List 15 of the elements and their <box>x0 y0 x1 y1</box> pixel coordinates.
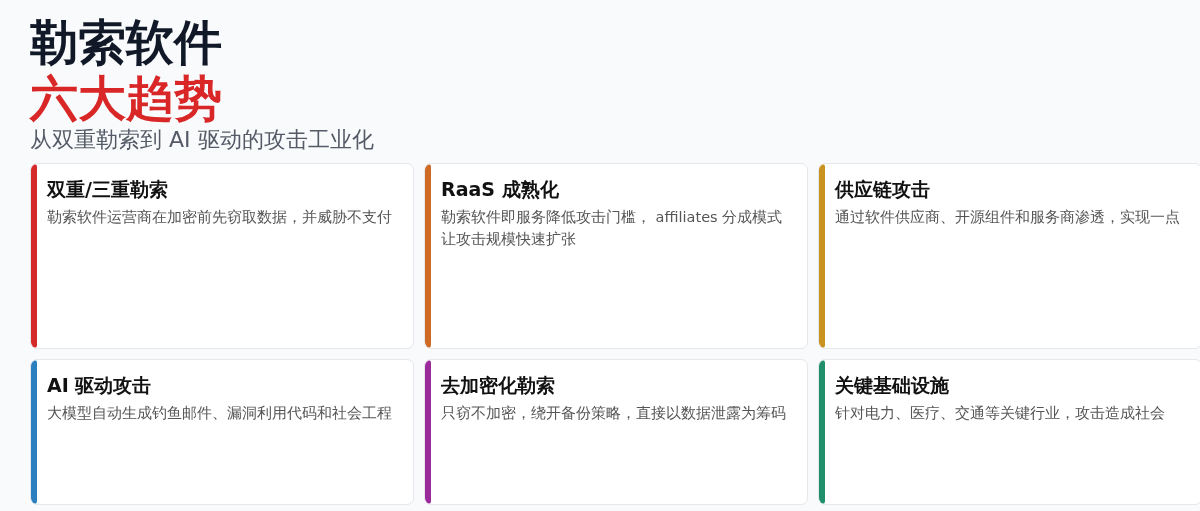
page-title-highlight: 六大趋势 <box>30 70 222 126</box>
card-title: 供应链攻击 <box>835 177 930 202</box>
card-title: 去加密化勒索 <box>441 373 555 398</box>
card-title: 双重/三重勒索 <box>47 177 168 202</box>
card-description: 只窃不加密，绕开备份策略，直接以数据泄露为筹码 <box>441 404 786 423</box>
card-title: 关键基础设施 <box>835 373 949 398</box>
card-title: AI 驱动攻击 <box>47 373 152 398</box>
card-description: 大模型自动生成钓鱼邮件、漏洞利用代码和社会工程 <box>47 404 392 423</box>
card-description: 勒索软件运营商在加密前先窃取数据，并威胁不支付 <box>47 208 392 227</box>
card-description: 勒索软件即服务降低攻击门槛， affiliates 分成模式让攻击规模快速扩张 <box>441 208 784 249</box>
card-description: 通过软件供应商、开源组件和服务商渗透，实现一点 <box>835 208 1180 227</box>
card-description: 针对电力、医疗、交通等关键行业，攻击造成社会 <box>835 404 1165 423</box>
card-title: RaaS 成熟化 <box>441 177 559 202</box>
page-subtitle: 从双重勒索到 AI 驱动的攻击工业化 <box>30 126 374 154</box>
page-title: 勒索软件 <box>30 14 222 70</box>
